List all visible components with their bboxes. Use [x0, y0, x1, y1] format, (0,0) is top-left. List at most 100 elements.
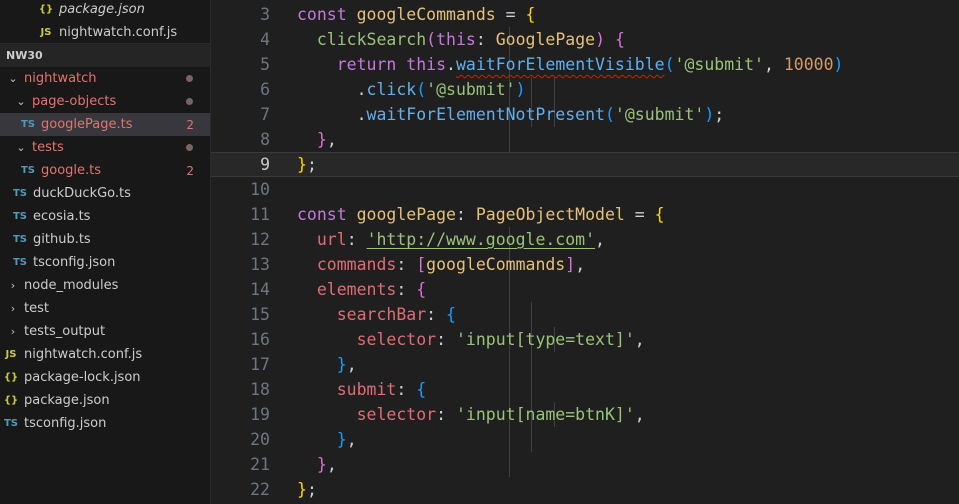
file-label: duckDuckGo.ts: [33, 186, 131, 201]
code-text: };: [297, 480, 317, 499]
file-label: nightwatch.conf.js: [59, 25, 178, 40]
modified-dot-icon: [186, 144, 193, 151]
chevron-down-icon: ⌄: [16, 95, 26, 108]
tree-folder-node-modules[interactable]: › node_modules: [0, 274, 210, 297]
code-text: url: 'http://www.google.com',: [316, 230, 605, 249]
line-number: 6: [260, 80, 270, 99]
problems-badge: 2: [186, 163, 194, 178]
code-line: 10: [211, 177, 959, 202]
code-editor[interactable]: 3 const googleCommands = { 4 clickSearch…: [211, 0, 959, 504]
line-number: 5: [260, 55, 270, 74]
typescript-file-icon: TS: [12, 188, 28, 199]
line-number: 21: [250, 455, 270, 474]
file-label: package.json: [24, 393, 110, 408]
file-label: ecosia.ts: [33, 209, 91, 224]
code-line: 4 clickSearch(this: GooglePage) {: [211, 27, 959, 52]
code-line: 22 };: [211, 477, 959, 502]
folder-label: page-objects: [32, 94, 117, 109]
typescript-file-icon: TS: [20, 119, 36, 130]
js-file-icon: JS: [5, 349, 17, 360]
tsconfig-file-icon: TS: [3, 418, 19, 429]
line-number: 12: [250, 230, 270, 249]
line-number: 14: [250, 280, 270, 299]
code-line: 11 const googlePage: PageObjectModel = {: [211, 202, 959, 227]
file-label: tsconfig.json: [33, 255, 116, 270]
code-text: .waitForElementNotPresent('@submit');: [356, 105, 725, 124]
code-text: const googleCommands = {: [297, 5, 536, 24]
section-title: NW30: [6, 49, 43, 62]
chevron-down-icon: ⌄: [8, 72, 18, 85]
line-number: 20: [250, 430, 270, 449]
tree-folder-tests-output[interactable]: › tests_output: [0, 320, 210, 343]
code-text: },: [336, 355, 357, 374]
folder-label: tests: [32, 140, 64, 155]
tree-folder-test[interactable]: › test: [0, 297, 210, 320]
code-text: },: [336, 430, 357, 449]
tree-file-duckDuckGo-ts[interactable]: TS duckDuckGo.ts: [0, 182, 210, 205]
tree-folder-nightwatch[interactable]: ⌄ nightwatch: [0, 67, 210, 90]
code-line: 13 commands: [googleCommands],: [211, 252, 959, 277]
code-text: elements: {: [316, 280, 427, 299]
code-line: 14 elements: {: [211, 277, 959, 302]
code-text: },: [316, 455, 337, 474]
line-number: 11: [250, 205, 270, 224]
explorer-file-package-json-top[interactable]: {} package.json: [0, 0, 210, 21]
json-file-icon: {}: [38, 4, 54, 15]
line-number: 22: [250, 480, 270, 499]
tree-file-ecosia-ts[interactable]: TS ecosia.ts: [0, 205, 210, 228]
chevron-down-icon: ⌄: [16, 141, 26, 154]
line-number: 19: [250, 405, 270, 424]
tree-file-tsconfig-json-nested[interactable]: TS tsconfig.json: [0, 251, 210, 274]
vscode-window: {} package.json JS nightwatch.conf.js NW…: [0, 0, 959, 504]
json-file-icon: {}: [3, 395, 19, 406]
code-text: return this.waitForElementVisible('@subm…: [336, 55, 844, 74]
file-label: github.ts: [33, 232, 91, 247]
file-label: nightwatch.conf.js: [24, 347, 143, 362]
line-number: 17: [250, 355, 270, 374]
line-number: 18: [250, 380, 270, 399]
file-label: package.json: [59, 2, 145, 17]
code-text: selector: 'input[name=btnK]',: [356, 405, 645, 424]
tree-folder-page-objects[interactable]: ⌄ page-objects: [0, 90, 210, 113]
tree-folder-tests[interactable]: ⌄ tests: [0, 136, 210, 159]
typescript-file-icon: TS: [20, 165, 36, 176]
line-number: 16: [250, 330, 270, 349]
tree-file-github-ts[interactable]: TS github.ts: [0, 228, 210, 251]
code-line: 5 return this.waitForElementVisible('@su…: [211, 52, 959, 77]
code-line: 16 selector: 'input[type=text]',: [211, 327, 959, 352]
folder-label: nightwatch: [24, 71, 97, 86]
explorer-sidebar: {} package.json JS nightwatch.conf.js NW…: [0, 0, 211, 504]
typescript-file-icon: TS: [12, 211, 28, 222]
file-label: tsconfig.json: [24, 416, 107, 431]
code-text: selector: 'input[type=text]',: [356, 330, 645, 349]
line-number: 10: [250, 180, 270, 199]
line-number: 15: [250, 305, 270, 324]
code-line: 12 url: 'http://www.google.com',: [211, 227, 959, 252]
tree-file-google-ts[interactable]: TS google.ts 2: [0, 159, 210, 182]
tree-file-package-json[interactable]: {} package.json: [0, 389, 210, 412]
problems-badge: 2: [186, 117, 194, 132]
folder-label: node_modules: [24, 278, 119, 293]
code-text: },: [316, 130, 337, 149]
code-text: searchBar: {: [336, 305, 456, 324]
tree-file-nightwatch-conf-js[interactable]: JS nightwatch.conf.js: [0, 343, 210, 366]
modified-dot-icon: [186, 98, 193, 105]
line-number: 13: [250, 255, 270, 274]
tree-file-tsconfig-json[interactable]: TS tsconfig.json: [0, 412, 210, 435]
code-line: 8 },: [211, 127, 959, 152]
explorer-section-header[interactable]: NW30: [0, 43, 210, 67]
code-line: 19 selector: 'input[name=btnK]',: [211, 402, 959, 427]
explorer-file-nightwatch-conf-top[interactable]: JS nightwatch.conf.js: [0, 21, 210, 44]
folder-label: tests_output: [24, 324, 106, 339]
file-label: package-lock.json: [24, 370, 141, 385]
line-number: 3: [260, 5, 270, 24]
code-text: const googlePage: PageObjectModel = {: [297, 205, 665, 224]
tree-file-package-lock-json[interactable]: {} package-lock.json: [0, 366, 210, 389]
code-line: 18 submit: {: [211, 377, 959, 402]
code-text: .click('@submit'): [356, 80, 526, 99]
tsconfig-file-icon: TS: [12, 257, 28, 268]
line-number: 9: [260, 155, 270, 174]
line-number: 7: [260, 105, 270, 124]
tree-file-googlePage-ts[interactable]: TS googlePage.ts 2: [0, 113, 210, 136]
typescript-file-icon: TS: [12, 234, 28, 245]
